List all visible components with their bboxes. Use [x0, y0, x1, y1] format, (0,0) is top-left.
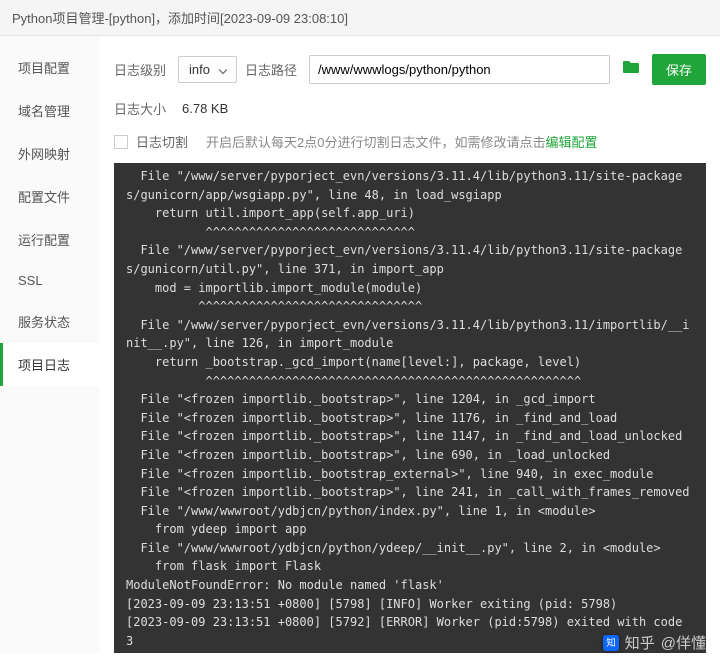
sidebar-item-1[interactable]: 域名管理 — [0, 89, 100, 132]
log-level-select[interactable]: info — [178, 56, 237, 83]
sidebar-item-3[interactable]: 配置文件 — [0, 175, 100, 218]
log-cut-label: 日志切割 — [136, 132, 188, 151]
sidebar-item-2[interactable]: 外网映射 — [0, 132, 100, 175]
log-path-input[interactable] — [309, 55, 610, 84]
save-button[interactable]: 保存 — [652, 54, 706, 85]
sidebar-item-4[interactable]: 运行配置 — [0, 218, 100, 261]
log-output[interactable]: File "/www/server/pyporject_evn/versions… — [114, 163, 706, 653]
log-level-value: info — [189, 62, 210, 77]
sidebar-item-0[interactable]: 项目配置 — [0, 46, 100, 89]
log-size-value: 6.78 KB — [182, 101, 228, 116]
log-cut-hint: 开启后默认每天2点0分进行切割日志文件，如需修改请点击 — [206, 135, 545, 150]
log-cut-checkbox[interactable] — [114, 135, 128, 149]
log-size-label: 日志大小 — [114, 99, 170, 118]
main-panel: 日志级别 info 日志路径 保存 日志大小 6.78 KB 日志切割 开启后默… — [100, 36, 720, 653]
sidebar-item-6[interactable]: 服务状态 — [0, 300, 100, 343]
sidebar-item-7[interactable]: 项目日志 — [0, 343, 100, 386]
sidebar-item-5[interactable]: SSL — [0, 261, 100, 300]
log-path-label: 日志路径 — [245, 60, 301, 79]
sidebar: 项目配置域名管理外网映射配置文件运行配置SSL服务状态项目日志 — [0, 36, 100, 653]
chevron-down-icon — [218, 62, 228, 77]
log-level-label: 日志级别 — [114, 60, 170, 79]
folder-icon[interactable] — [618, 60, 644, 79]
edit-config-link[interactable]: 编辑配置 — [545, 135, 597, 150]
window-title: Python项目管理-[python]，添加时间[2023-09-09 23:0… — [0, 0, 720, 36]
